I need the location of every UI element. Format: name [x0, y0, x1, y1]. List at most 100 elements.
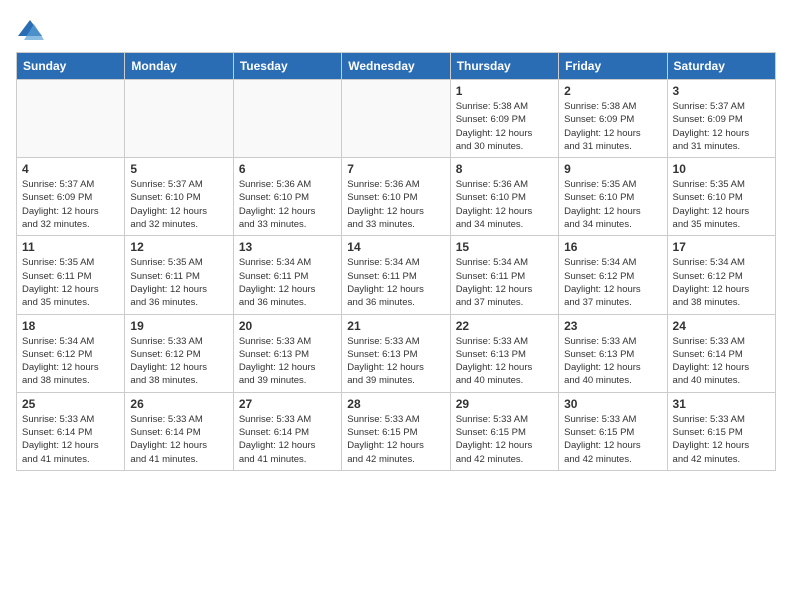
- day-number: 5: [130, 162, 227, 176]
- calendar-day-cell: 16 Sunrise: 5:34 AM Sunset: 6:12 PM Dayli…: [559, 236, 667, 314]
- weekday-header: Thursday: [450, 53, 558, 80]
- calendar-day-cell: 6 Sunrise: 5:36 AM Sunset: 6:10 PM Daylig…: [233, 158, 341, 236]
- day-number: 19: [130, 319, 227, 333]
- weekday-header: Saturday: [667, 53, 775, 80]
- weekday-header: Wednesday: [342, 53, 450, 80]
- day-number: 12: [130, 240, 227, 254]
- calendar-day-cell: 21 Sunrise: 5:33 AM Sunset: 6:13 PM Dayli…: [342, 314, 450, 392]
- day-number: 23: [564, 319, 661, 333]
- day-number: 25: [22, 397, 119, 411]
- calendar-day-cell: 25 Sunrise: 5:33 AM Sunset: 6:14 PM Dayli…: [17, 392, 125, 470]
- calendar-week-row: 18 Sunrise: 5:34 AM Sunset: 6:12 PM Dayli…: [17, 314, 776, 392]
- day-info: Sunrise: 5:38 AM Sunset: 6:09 PM Dayligh…: [564, 100, 661, 153]
- calendar-day-cell: 20 Sunrise: 5:33 AM Sunset: 6:13 PM Dayli…: [233, 314, 341, 392]
- day-number: 9: [564, 162, 661, 176]
- weekday-header: Friday: [559, 53, 667, 80]
- calendar-day-cell: 27 Sunrise: 5:33 AM Sunset: 6:14 PM Dayli…: [233, 392, 341, 470]
- day-number: 21: [347, 319, 444, 333]
- day-number: 27: [239, 397, 336, 411]
- day-info: Sunrise: 5:34 AM Sunset: 6:12 PM Dayligh…: [564, 256, 661, 309]
- day-info: Sunrise: 5:36 AM Sunset: 6:10 PM Dayligh…: [347, 178, 444, 231]
- calendar-day-cell: 7 Sunrise: 5:36 AM Sunset: 6:10 PM Daylig…: [342, 158, 450, 236]
- calendar-day-cell: 2 Sunrise: 5:38 AM Sunset: 6:09 PM Daylig…: [559, 80, 667, 158]
- calendar-day-cell: [233, 80, 341, 158]
- day-info: Sunrise: 5:37 AM Sunset: 6:09 PM Dayligh…: [673, 100, 770, 153]
- day-info: Sunrise: 5:34 AM Sunset: 6:11 PM Dayligh…: [347, 256, 444, 309]
- calendar-day-cell: 11 Sunrise: 5:35 AM Sunset: 6:11 PM Dayli…: [17, 236, 125, 314]
- calendar-day-cell: 18 Sunrise: 5:34 AM Sunset: 6:12 PM Dayli…: [17, 314, 125, 392]
- calendar-day-cell: 14 Sunrise: 5:34 AM Sunset: 6:11 PM Dayli…: [342, 236, 450, 314]
- day-info: Sunrise: 5:33 AM Sunset: 6:15 PM Dayligh…: [456, 413, 553, 466]
- calendar-day-cell: 4 Sunrise: 5:37 AM Sunset: 6:09 PM Daylig…: [17, 158, 125, 236]
- weekday-header-row: SundayMondayTuesdayWednesdayThursdayFrid…: [17, 53, 776, 80]
- calendar-day-cell: 15Sunrise: 5:34 AM Sunset: 6:11 PM Dayli…: [450, 236, 558, 314]
- calendar-day-cell: [342, 80, 450, 158]
- calendar-week-row: 4 Sunrise: 5:37 AM Sunset: 6:09 PM Daylig…: [17, 158, 776, 236]
- day-number: 16: [564, 240, 661, 254]
- calendar-day-cell: 23 Sunrise: 5:33 AM Sunset: 6:13 PM Dayli…: [559, 314, 667, 392]
- day-number: 24: [673, 319, 770, 333]
- page-header: [16, 16, 776, 44]
- day-number: 7: [347, 162, 444, 176]
- day-number: 29: [456, 397, 553, 411]
- day-info: Sunrise: 5:33 AM Sunset: 6:15 PM Dayligh…: [673, 413, 770, 466]
- day-number: 14: [347, 240, 444, 254]
- day-info: Sunrise: 5:35 AM Sunset: 6:10 PM Dayligh…: [673, 178, 770, 231]
- calendar-day-cell: 1Sunrise: 5:38 AM Sunset: 6:09 PM Daylig…: [450, 80, 558, 158]
- calendar-day-cell: 22 Sunrise: 5:33 AM Sunset: 6:13 PM Dayli…: [450, 314, 558, 392]
- day-number: 4: [22, 162, 119, 176]
- day-info: Sunrise: 5:37 AM Sunset: 6:09 PM Dayligh…: [22, 178, 119, 231]
- day-info: Sunrise: 5:33 AM Sunset: 6:15 PM Dayligh…: [347, 413, 444, 466]
- day-info: Sunrise: 5:38 AM Sunset: 6:09 PM Dayligh…: [456, 100, 553, 153]
- day-number: 13: [239, 240, 336, 254]
- day-number: 20: [239, 319, 336, 333]
- day-info: Sunrise: 5:34 AM Sunset: 6:11 PM Dayligh…: [239, 256, 336, 309]
- calendar-day-cell: 13 Sunrise: 5:34 AM Sunset: 6:11 PM Dayli…: [233, 236, 341, 314]
- day-info: Sunrise: 5:35 AM Sunset: 6:10 PM Dayligh…: [564, 178, 661, 231]
- day-info: Sunrise: 5:35 AM Sunset: 6:11 PM Dayligh…: [22, 256, 119, 309]
- day-info: Sunrise: 5:33 AM Sunset: 6:13 PM Dayligh…: [239, 335, 336, 388]
- calendar-day-cell: 26Sunrise: 5:33 AM Sunset: 6:14 PM Dayli…: [125, 392, 233, 470]
- weekday-header: Tuesday: [233, 53, 341, 80]
- calendar-day-cell: 3 Sunrise: 5:37 AM Sunset: 6:09 PM Daylig…: [667, 80, 775, 158]
- logo: [16, 16, 48, 44]
- day-info: Sunrise: 5:35 AM Sunset: 6:11 PM Dayligh…: [130, 256, 227, 309]
- day-info: Sunrise: 5:33 AM Sunset: 6:14 PM Dayligh…: [22, 413, 119, 466]
- calendar-day-cell: 5 Sunrise: 5:37 AM Sunset: 6:10 PM Daylig…: [125, 158, 233, 236]
- day-info: Sunrise: 5:37 AM Sunset: 6:10 PM Dayligh…: [130, 178, 227, 231]
- calendar-week-row: 25 Sunrise: 5:33 AM Sunset: 6:14 PM Dayli…: [17, 392, 776, 470]
- calendar-day-cell: 8Sunrise: 5:36 AM Sunset: 6:10 PM Daylig…: [450, 158, 558, 236]
- calendar-day-cell: [125, 80, 233, 158]
- day-number: 10: [673, 162, 770, 176]
- calendar-table: SundayMondayTuesdayWednesdayThursdayFrid…: [16, 52, 776, 471]
- day-info: Sunrise: 5:34 AM Sunset: 6:12 PM Dayligh…: [22, 335, 119, 388]
- day-number: 22: [456, 319, 553, 333]
- calendar-week-row: 1Sunrise: 5:38 AM Sunset: 6:09 PM Daylig…: [17, 80, 776, 158]
- day-number: 31: [673, 397, 770, 411]
- day-info: Sunrise: 5:33 AM Sunset: 6:14 PM Dayligh…: [673, 335, 770, 388]
- day-number: 6: [239, 162, 336, 176]
- day-info: Sunrise: 5:33 AM Sunset: 6:13 PM Dayligh…: [564, 335, 661, 388]
- calendar-day-cell: 10 Sunrise: 5:35 AM Sunset: 6:10 PM Dayli…: [667, 158, 775, 236]
- day-number: 3: [673, 84, 770, 98]
- day-number: 26: [130, 397, 227, 411]
- day-info: Sunrise: 5:33 AM Sunset: 6:13 PM Dayligh…: [456, 335, 553, 388]
- logo-icon: [16, 16, 44, 44]
- day-info: Sunrise: 5:34 AM Sunset: 6:11 PM Dayligh…: [456, 256, 553, 309]
- calendar-day-cell: 17Sunrise: 5:34 AM Sunset: 6:12 PM Dayli…: [667, 236, 775, 314]
- day-info: Sunrise: 5:33 AM Sunset: 6:12 PM Dayligh…: [130, 335, 227, 388]
- calendar-day-cell: 30 Sunrise: 5:33 AM Sunset: 6:15 PM Dayli…: [559, 392, 667, 470]
- day-info: Sunrise: 5:33 AM Sunset: 6:14 PM Dayligh…: [239, 413, 336, 466]
- day-info: Sunrise: 5:33 AM Sunset: 6:15 PM Dayligh…: [564, 413, 661, 466]
- day-number: 2: [564, 84, 661, 98]
- day-number: 11: [22, 240, 119, 254]
- day-info: Sunrise: 5:33 AM Sunset: 6:13 PM Dayligh…: [347, 335, 444, 388]
- calendar-day-cell: 9 Sunrise: 5:35 AM Sunset: 6:10 PM Daylig…: [559, 158, 667, 236]
- day-info: Sunrise: 5:36 AM Sunset: 6:10 PM Dayligh…: [239, 178, 336, 231]
- day-number: 18: [22, 319, 119, 333]
- day-number: 30: [564, 397, 661, 411]
- calendar-day-cell: 24 Sunrise: 5:33 AM Sunset: 6:14 PM Dayli…: [667, 314, 775, 392]
- calendar-day-cell: 31 Sunrise: 5:33 AM Sunset: 6:15 PM Dayli…: [667, 392, 775, 470]
- weekday-header: Monday: [125, 53, 233, 80]
- calendar-day-cell: [17, 80, 125, 158]
